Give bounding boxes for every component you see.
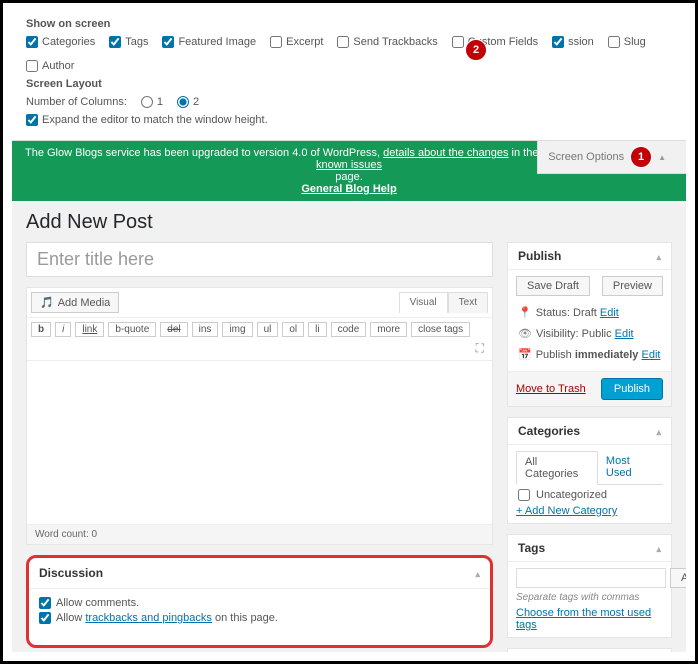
categories-box: Categories All Categories Most Used Unca… [507,417,672,524]
qt-del[interactable]: del [160,322,187,337]
choose-tags-link[interactable]: Choose from the most used tags [516,607,651,631]
cat-uncategorized[interactable]: Uncategorized [516,485,663,505]
tab-visual[interactable]: Visual [399,292,448,313]
opt-discussion[interactable]: ssion [552,36,594,48]
qt-i[interactable]: i [55,322,71,337]
qt-code[interactable]: code [331,322,367,337]
add-media-button[interactable]: 🎵Add Media [31,292,119,313]
publish-box: Publish Save Draft Preview 📍Status: Draf… [507,242,672,407]
collapse-icon[interactable] [475,566,480,580]
num-columns-label: Number of Columns: [26,96,127,108]
edit-visibility[interactable]: Edit [615,328,634,340]
opt-expand-editor[interactable]: Expand the editor to match the window he… [26,114,268,126]
qt-close[interactable]: close tags [411,322,470,337]
callout-badge-1: 1 [630,146,652,168]
featured-image-box: Featured Image Set featured image [507,648,672,652]
edit-status[interactable]: Edit [600,307,619,319]
opt-trackbacks[interactable]: Send Trackbacks [337,36,437,48]
move-to-trash[interactable]: Move to Trash [516,383,586,395]
publish-button[interactable]: Publish [601,378,663,400]
word-count: Word count: 0 [27,524,492,544]
qt-bquote[interactable]: b-quote [108,322,156,337]
chevron-up-icon [658,151,666,163]
add-tag-button[interactable]: Add [670,568,686,588]
opt-featured[interactable]: Featured Image [162,36,256,48]
add-new-category[interactable]: + Add New Category [516,505,617,517]
qt-more[interactable]: more [370,322,407,337]
tab-all-categories[interactable]: All Categories [516,451,598,485]
tab-most-used[interactable]: Most Used [598,451,663,484]
show-on-screen-heading: Show on screen [26,18,672,30]
tab-text[interactable]: Text [448,292,488,313]
preview-button[interactable]: Preview [602,276,663,296]
qt-li[interactable]: li [308,322,326,337]
eye-icon: 👁 [518,328,532,340]
callout-badge-2: 2 [465,39,487,61]
quicktags-toolbar: b i link b-quote del ins img ul ol li co… [27,318,492,361]
opt-slug[interactable]: Slug [608,36,646,48]
qt-ol[interactable]: ol [282,322,304,337]
page-title: Add New Post [12,201,686,242]
screen-options-tab[interactable]: Screen Options 1 [537,141,686,174]
banner-link-changes[interactable]: details about the changes [383,147,508,159]
qt-link[interactable]: link [75,322,104,337]
opt-author[interactable]: Author [26,60,74,72]
editor-box: 🎵Add Media Visual Text b i link b-quote … [26,287,493,545]
opt-tags[interactable]: Tags [109,36,148,48]
trackbacks-link[interactable]: trackbacks and pingbacks [85,612,212,624]
notice-banner: Screen Options 1 The Glow Blogs service … [12,141,686,201]
calendar-icon: 📅 [518,349,532,361]
qt-ul[interactable]: ul [257,322,279,337]
collapse-icon[interactable] [656,424,661,438]
cols-2[interactable]: 2 [177,96,199,108]
banner-link-help[interactable]: General Blog Help [301,183,396,195]
fullscreen-icon[interactable]: ⛶ [472,341,488,356]
screen-layout-heading: Screen Layout [26,78,672,90]
tag-input[interactable] [516,568,666,588]
qt-b[interactable]: b [31,322,51,337]
banner-link-known-issues[interactable]: known issues [316,159,382,171]
screen-options-panel: Show on screen Categories Tags Featured … [12,10,686,141]
collapse-icon[interactable] [656,541,661,555]
opt-categories[interactable]: Categories [26,36,95,48]
collapse-icon[interactable] [656,249,661,263]
qt-ins[interactable]: ins [192,322,219,337]
post-title-input[interactable] [26,242,493,277]
allow-trackbacks[interactable]: Allow trackbacks and pingbacks on this p… [39,612,480,624]
discussion-title: Discussion [39,566,103,580]
allow-comments[interactable]: Allow comments. [39,597,480,609]
opt-excerpt[interactable]: Excerpt [270,36,323,48]
media-icon: 🎵 [40,296,54,309]
save-draft-button[interactable]: Save Draft [516,276,590,296]
pin-icon: 📍 [518,307,532,319]
tags-hint: Separate tags with commas [516,592,663,603]
tags-box: Tags Add Separate tags with commas Choos… [507,534,672,638]
cols-1[interactable]: 1 [141,96,163,108]
discussion-metabox: Discussion Allow comments. Allow trackba… [26,555,493,648]
editor-textarea[interactable] [27,361,492,524]
edit-publish-time[interactable]: Edit [642,349,661,361]
qt-img[interactable]: img [222,322,252,337]
